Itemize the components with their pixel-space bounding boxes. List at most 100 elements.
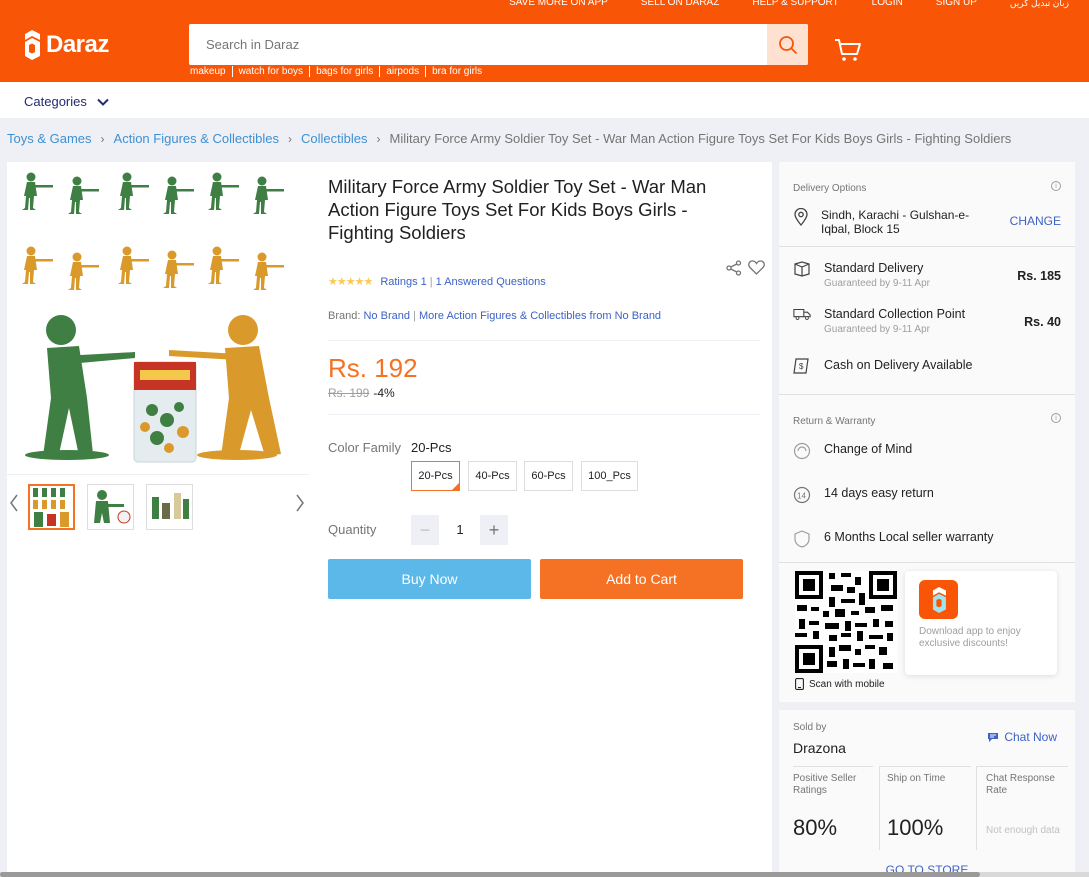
quantity-value[interactable]: 1 [450, 522, 470, 537]
chat-now-button[interactable]: Chat Now [987, 730, 1057, 744]
categories-menu[interactable]: Categories [24, 94, 109, 109]
hot-word-link[interactable]: airpods [379, 66, 425, 77]
add-to-cart-button[interactable]: Add to Cart [540, 559, 743, 599]
separator: | [429, 275, 433, 288]
divider [328, 340, 760, 341]
collection-point-eta: Guaranteed by 9-11 Apr [824, 324, 930, 335]
return-row: 14 14 days easy return [793, 486, 934, 504]
warranty-row: 6 Months Local seller warranty [793, 530, 994, 548]
seller-name[interactable]: Drazona [793, 740, 846, 756]
share-icon[interactable] [726, 260, 742, 281]
metric-value: 100% [887, 815, 944, 840]
cart-icon [835, 39, 861, 61]
chevron-right-icon[interactable] [295, 494, 305, 517]
phone-icon [795, 678, 804, 690]
ratings-link[interactable]: Ratings 1 [380, 276, 426, 288]
breadcrumb-link[interactable]: Collectibles [301, 131, 367, 146]
seller-card: Sold by Drazona Chat Now Positive Seller… [779, 710, 1075, 877]
metric-label: Ship on Time [887, 773, 946, 784]
save-more-on-app-link[interactable]: SAVE MORE ON APP [509, 0, 608, 9]
cart-button[interactable] [834, 38, 862, 67]
standard-delivery-price: Rs. 185 [1017, 269, 1061, 283]
quantity-decrease-button[interactable]: − [411, 515, 439, 545]
standard-delivery-row: Standard Delivery Guaranteed by 9-11 Apr [793, 261, 930, 289]
option-60-pcs[interactable]: 60-Pcs [524, 461, 573, 491]
login-link[interactable]: LOGIN [872, 0, 903, 9]
divider [779, 562, 1075, 563]
info-icon[interactable]: i [1051, 181, 1061, 191]
brand-row: Brand: No Brand | More Action Figures & … [328, 310, 661, 322]
breadcrumb-link[interactable]: Action Figures & Collectibles [114, 131, 279, 146]
svg-text:14: 14 [797, 492, 806, 501]
change-of-mind-icon [793, 442, 811, 460]
change-location-button[interactable]: CHANGE [1010, 214, 1061, 228]
heart-icon[interactable] [748, 260, 765, 281]
thumbnail[interactable] [146, 484, 193, 530]
product-image[interactable] [7, 162, 309, 474]
daraz-logo-icon [25, 30, 40, 60]
search-button[interactable] [767, 24, 808, 65]
search-input[interactable] [189, 24, 767, 65]
warranty-text: 6 Months Local seller warranty [824, 530, 994, 544]
questions-link[interactable]: 1 Answered Questions [436, 276, 546, 288]
thumbnail[interactable] [87, 484, 134, 530]
soldiers-image [7, 162, 309, 474]
site-header: SAVE MORE ON APP SELL ON DARAZ HELP & SU… [0, 0, 1089, 82]
option-100-pcs[interactable]: 100_Pcs [581, 461, 638, 491]
chevron-left-icon[interactable] [9, 494, 19, 517]
cod-row: $ Cash on Delivery Available [793, 358, 972, 374]
divider [779, 394, 1075, 395]
categories-label: Categories [24, 94, 87, 109]
chevron-right-icon: › [288, 131, 292, 146]
delivery-box-icon [793, 261, 811, 277]
help-support-link[interactable]: HELP & SUPPORT [752, 0, 838, 9]
search-bar [189, 24, 808, 65]
daraz-logo[interactable]: Daraz [22, 30, 109, 60]
original-price: Rs. 199 [328, 386, 370, 400]
product-main: Military Force Army Soldier Toy Set - Wa… [7, 162, 772, 877]
horizontal-scrollbar-thumb[interactable] [0, 872, 980, 877]
more-from-brand-link[interactable]: More Action Figures & Collectibles from … [419, 310, 661, 322]
delivery-options-heading: Delivery Options [793, 183, 867, 194]
product-title: Military Force Army Soldier Toy Set - Wa… [328, 176, 707, 243]
option-40-pcs[interactable]: 40-Pcs [468, 461, 517, 491]
hot-word-link[interactable]: bags for girls [309, 66, 379, 77]
hot-words: makeup watch for boys bags for girls air… [190, 66, 488, 77]
breadcrumb: Toys & Games › Action Figures & Collecti… [7, 131, 1011, 146]
cod-text: Cash on Delivery Available [824, 358, 973, 372]
change-of-mind-row: Change of Mind [793, 442, 912, 460]
chevron-right-icon: › [376, 131, 381, 146]
option-20-pcs[interactable]: 20-Pcs [411, 461, 460, 491]
collection-point-title: Standard Collection Point [824, 307, 966, 321]
thumbnail[interactable] [28, 484, 75, 530]
brand-link[interactable]: No Brand [363, 310, 409, 322]
search-icon [778, 35, 797, 54]
hot-word-link[interactable]: makeup [190, 66, 232, 77]
divider [328, 414, 760, 415]
info-icon[interactable]: i [1051, 413, 1061, 423]
metric-positive-ratings: Positive Seller Ratings 80% [793, 766, 873, 850]
app-download-card[interactable]: Download app to enjoy exclusive discount… [905, 571, 1057, 675]
breadcrumb-current: Military Force Army Soldier Toy Set - Wa… [389, 131, 1012, 146]
svg-text:$: $ [799, 362, 804, 371]
scan-with-mobile: Scan with mobile [795, 678, 885, 690]
breadcrumb-link[interactable]: Toys & Games [7, 131, 92, 146]
old-price-row: Rs. 199 -4% [328, 386, 395, 400]
language-switch-link[interactable]: زبان تبدیل کریں [1010, 0, 1069, 9]
daraz-app-icon [919, 580, 958, 619]
rating-row: ★★★★★ Ratings 1 | 1 Answered Questions [328, 275, 546, 289]
metric-label: Positive Seller Ratings [793, 773, 857, 796]
hot-word-link[interactable]: watch for boys [231, 66, 309, 77]
separator: | [413, 310, 416, 322]
buy-now-button[interactable]: Buy Now [328, 559, 531, 599]
location-row: Sindh, Karachi - Gulshan-e-Iqbal, Block … [793, 208, 981, 236]
quantity-label: Quantity [328, 522, 377, 537]
quantity-increase-button[interactable]: + [480, 515, 508, 545]
chat-now-label: Chat Now [1004, 730, 1057, 744]
app-promo-text: Download app to enjoy exclusive discount… [919, 626, 1021, 649]
signup-link[interactable]: SIGN UP [936, 0, 977, 9]
thumbnail-strip [7, 482, 309, 534]
shield-icon [793, 530, 811, 548]
hot-word-link[interactable]: bra for girls [425, 66, 488, 77]
sell-on-daraz-link[interactable]: SELL ON DARAZ [641, 0, 720, 9]
